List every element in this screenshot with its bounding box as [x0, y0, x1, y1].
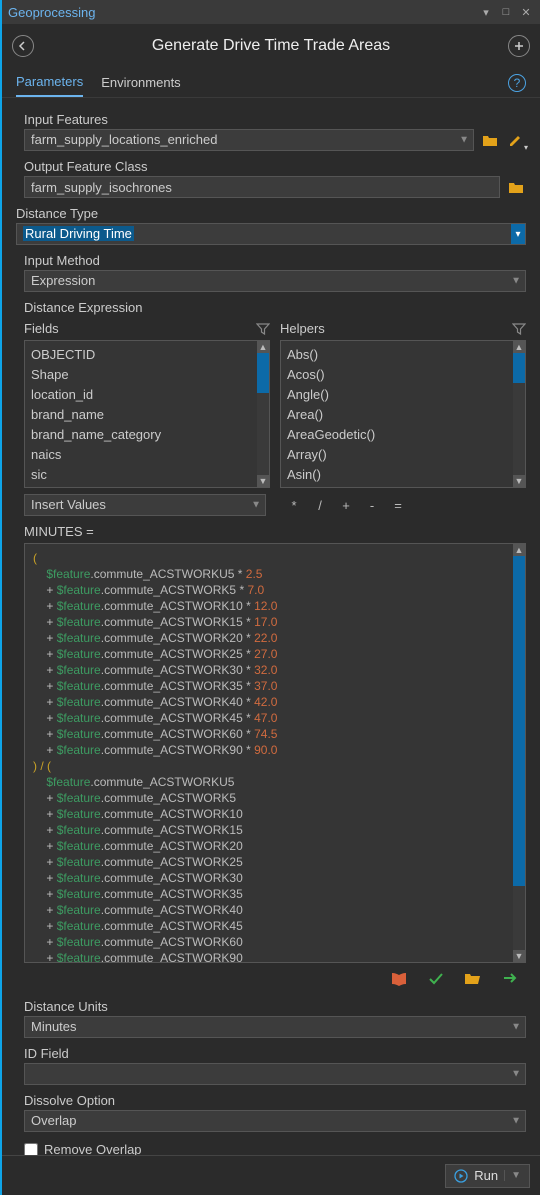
chevron-down-icon: ▼ — [511, 1022, 521, 1033]
tab-parameters[interactable]: Parameters — [16, 68, 83, 97]
open-folder-icon[interactable] — [464, 971, 482, 987]
chevron-down-icon: ▼ — [511, 1116, 521, 1127]
edit-input-features[interactable]: ▾ — [506, 130, 526, 150]
fields-listbox[interactable]: OBJECTIDShapelocation_idbrand_namebrand_… — [24, 340, 270, 488]
titlebar: Geoprocessing ▾ □ ✕ — [2, 0, 540, 24]
export-icon[interactable] — [502, 971, 520, 987]
dissolve-option-label: Dissolve Option — [24, 1093, 526, 1108]
operator-button[interactable]: * — [282, 498, 306, 513]
field-item[interactable]: brand_name — [31, 405, 263, 425]
helper-item[interactable]: Asin() — [287, 465, 519, 485]
operator-button[interactable]: + — [334, 498, 358, 513]
chevron-down-icon: ▼ — [511, 276, 521, 287]
run-dropdown-icon[interactable]: ▼ — [504, 1170, 521, 1181]
helpers-label: Helpers — [280, 321, 325, 336]
dropdown-icon[interactable]: ▾ — [478, 4, 494, 20]
book-icon[interactable] — [390, 971, 408, 987]
helper-item[interactable]: AreaGeodetic() — [287, 425, 519, 445]
field-item[interactable]: location_id — [31, 385, 263, 405]
scroll-down-icon[interactable]: ▼ — [513, 950, 525, 962]
distance-units-label: Distance Units — [24, 999, 526, 1014]
input-method-select[interactable]: Expression ▼ — [24, 270, 526, 292]
dissolve-option-select[interactable]: Overlap ▼ — [24, 1110, 526, 1132]
add-button[interactable] — [508, 35, 530, 57]
operator-button[interactable]: - — [360, 498, 384, 513]
field-item[interactable]: sic — [31, 465, 263, 485]
input-features-label: Input Features — [24, 112, 526, 127]
scroll-down-icon[interactable]: ▼ — [257, 475, 269, 487]
check-icon[interactable] — [428, 971, 444, 987]
expression-var-label: MINUTES = — [24, 524, 526, 539]
distance-expression-label: Distance Expression — [24, 300, 526, 315]
output-fc-label: Output Feature Class — [24, 159, 526, 174]
scroll-up-icon[interactable]: ▲ — [513, 544, 525, 556]
input-features-select[interactable]: farm_supply_locations_enriched ▼ — [24, 129, 474, 151]
browse-output-fc[interactable] — [506, 177, 526, 197]
helper-item[interactable]: Acos() — [287, 365, 519, 385]
fields-scroll-thumb[interactable] — [257, 353, 269, 393]
helper-item[interactable]: Angle() — [287, 385, 519, 405]
distance-type-label: Distance Type — [16, 206, 526, 221]
scroll-up-icon[interactable]: ▲ — [513, 341, 525, 353]
operator-button[interactable]: = — [386, 498, 410, 513]
filter-helpers-icon[interactable] — [512, 322, 526, 336]
tool-header: Generate Drive Time Trade Areas — [2, 24, 540, 68]
operator-button[interactable]: / — [308, 498, 332, 513]
close-icon[interactable]: ✕ — [518, 4, 534, 20]
field-item[interactable]: Shape — [31, 365, 263, 385]
play-icon — [454, 1169, 468, 1183]
distance-type-select[interactable]: Rural Driving Time ▾ — [16, 223, 526, 245]
helpers-listbox[interactable]: Abs()Acos()Angle()Area()AreaGeodetic()Ar… — [280, 340, 526, 488]
output-fc-input[interactable] — [24, 176, 500, 198]
field-item[interactable]: OBJECTID — [31, 345, 263, 365]
chevron-down-icon: ▼ — [251, 500, 261, 511]
scroll-down-icon[interactable]: ▼ — [513, 475, 525, 487]
helper-item[interactable]: Area() — [287, 405, 519, 425]
helper-item[interactable]: Abs() — [287, 345, 519, 365]
maximize-icon[interactable]: □ — [498, 4, 514, 20]
distance-units-select[interactable]: Minutes ▼ — [24, 1016, 526, 1038]
filter-fields-icon[interactable] — [256, 322, 270, 336]
tool-title: Generate Drive Time Trade Areas — [34, 37, 508, 55]
browse-input-features[interactable] — [480, 130, 500, 150]
scroll-up-icon[interactable]: ▲ — [257, 341, 269, 353]
help-icon[interactable]: ? — [508, 74, 526, 92]
run-button[interactable]: Run ▼ — [445, 1164, 530, 1188]
input-method-label: Input Method — [24, 253, 526, 268]
footer: Run ▼ — [2, 1155, 540, 1195]
expression-editor[interactable]: ( $feature.commute_ACSTWORKU5 * 2.5 + $f… — [24, 543, 526, 963]
helpers-scroll-thumb[interactable] — [513, 353, 525, 383]
field-item[interactable]: brand_name_category — [31, 425, 263, 445]
id-field-select[interactable]: ▼ — [24, 1063, 526, 1085]
id-field-label: ID Field — [24, 1046, 526, 1061]
pane-title: Geoprocessing — [8, 5, 95, 20]
back-button[interactable] — [12, 35, 34, 57]
chevron-down-icon: ▼ — [511, 1069, 521, 1080]
chevron-down-icon: ▾ — [511, 224, 525, 244]
code-scroll-thumb[interactable] — [513, 556, 525, 886]
tabs: Parameters Environments ? — [2, 68, 540, 98]
field-item[interactable]: naics — [31, 445, 263, 465]
insert-values-select[interactable]: Insert Values ▼ — [24, 494, 266, 516]
fields-label: Fields — [24, 321, 59, 336]
tab-environments[interactable]: Environments — [101, 69, 180, 96]
helper-item[interactable]: Array() — [287, 445, 519, 465]
chevron-down-icon: ▼ — [459, 135, 469, 146]
